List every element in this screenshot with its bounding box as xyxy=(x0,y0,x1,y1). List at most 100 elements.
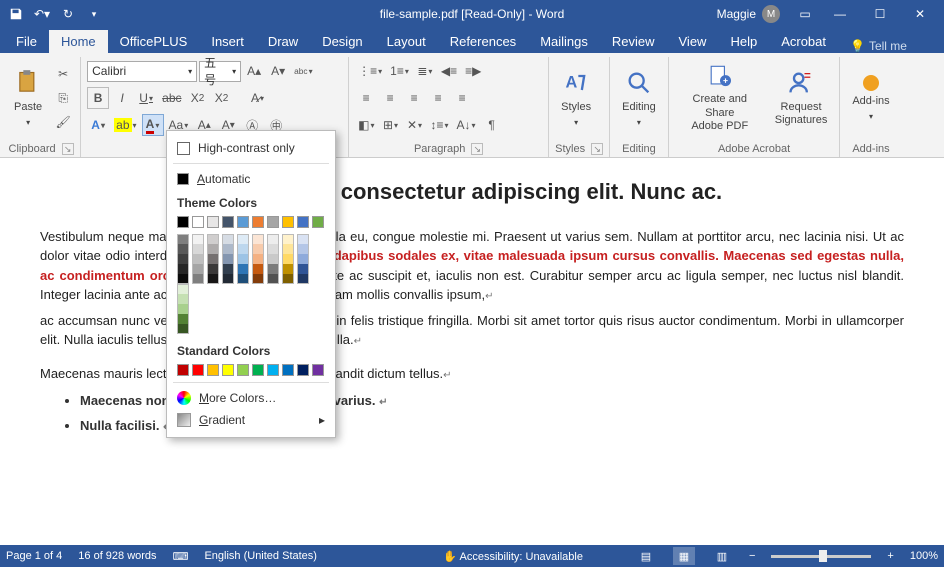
color-swatch[interactable] xyxy=(252,234,264,244)
tab-mailings[interactable]: Mailings xyxy=(528,30,600,53)
color-swatch[interactable] xyxy=(297,254,309,264)
print-layout-icon[interactable]: ▦ xyxy=(673,547,695,565)
qat-dropdown-icon[interactable]: ▾ xyxy=(82,2,106,26)
user-account[interactable]: Maggie M xyxy=(717,5,780,23)
create-share-pdf-button[interactable]: Create and Share Adobe PDF xyxy=(675,59,765,137)
color-swatch[interactable] xyxy=(222,254,234,264)
color-swatch[interactable] xyxy=(222,234,234,244)
color-swatch[interactable] xyxy=(177,244,189,254)
color-swatch[interactable] xyxy=(312,364,324,376)
clear-formatting-icon[interactable]: A̷ xyxy=(247,87,269,109)
format-painter-icon[interactable]: 🖌 xyxy=(52,111,74,133)
numbering-icon[interactable]: 1≡ xyxy=(387,60,412,82)
automatic-color-option[interactable]: AAutomaticutomatic xyxy=(167,168,335,190)
font-color-button[interactable]: A xyxy=(142,114,164,136)
color-swatch[interactable] xyxy=(177,364,189,376)
color-swatch[interactable] xyxy=(177,324,189,334)
color-swatch[interactable] xyxy=(177,254,189,264)
save-icon[interactable] xyxy=(4,2,28,26)
web-layout-icon[interactable]: ▥ xyxy=(711,547,733,565)
addins-button[interactable]: Add-ins▾ xyxy=(846,59,895,137)
undo-icon[interactable]: ↶▾ xyxy=(30,2,54,26)
font-size-combo[interactable]: 五号▾ xyxy=(199,61,241,82)
color-swatch[interactable] xyxy=(267,234,279,244)
color-swatch[interactable] xyxy=(267,244,279,254)
word-count[interactable]: 16 of 928 words xyxy=(78,550,156,562)
grow-font-icon[interactable]: A▴ xyxy=(243,60,265,82)
zoom-thumb[interactable] xyxy=(819,550,827,562)
bullets-icon[interactable]: ⋮≡ xyxy=(355,60,385,82)
color-swatch[interactable] xyxy=(192,364,204,376)
color-swatch[interactable] xyxy=(192,264,204,274)
font-name-combo[interactable]: Calibri▾ xyxy=(87,61,197,82)
color-swatch[interactable] xyxy=(207,244,219,254)
color-swatch[interactable] xyxy=(177,314,189,324)
color-swatch[interactable] xyxy=(177,284,189,294)
color-swatch[interactable] xyxy=(222,244,234,254)
color-swatch[interactable] xyxy=(252,264,264,274)
styles-button[interactable]: A Styles▾ xyxy=(555,59,597,137)
document-area[interactable]: Lorem ipsum dolor sit amet, consectetur … xyxy=(0,158,944,545)
color-swatch[interactable] xyxy=(177,234,189,244)
align-right-icon[interactable]: ≡ xyxy=(403,87,425,109)
color-swatch[interactable] xyxy=(237,364,249,376)
superscript-button[interactable]: X2 xyxy=(211,87,233,109)
shrink-font-icon[interactable]: A▾ xyxy=(267,60,289,82)
tab-home[interactable]: Home xyxy=(49,30,108,53)
tab-review[interactable]: Review xyxy=(600,30,667,53)
redo-icon[interactable]: ↻ xyxy=(56,2,80,26)
tab-view[interactable]: View xyxy=(667,30,719,53)
styles-launcher[interactable]: ↘ xyxy=(591,143,603,155)
tab-file[interactable]: File xyxy=(4,30,49,53)
clipboard-launcher[interactable]: ↘ xyxy=(62,143,74,155)
bold-button[interactable]: B xyxy=(87,87,109,109)
color-swatch[interactable] xyxy=(282,244,294,254)
color-swatch[interactable] xyxy=(207,234,219,244)
color-swatch[interactable] xyxy=(237,244,249,254)
color-swatch[interactable] xyxy=(282,364,294,376)
tab-draw[interactable]: Draw xyxy=(256,30,310,53)
color-swatch[interactable] xyxy=(237,264,249,274)
paste-button[interactable]: Paste ▾ xyxy=(8,59,48,137)
color-swatch[interactable] xyxy=(192,254,204,264)
sort-icon[interactable]: A↓ xyxy=(454,114,479,136)
color-swatch[interactable] xyxy=(207,216,219,228)
spellcheck-icon[interactable]: ⌨ xyxy=(173,550,189,563)
color-swatch[interactable] xyxy=(177,304,189,314)
color-swatch[interactable] xyxy=(192,216,204,228)
color-swatch[interactable] xyxy=(222,274,234,284)
close-button[interactable]: ✕ xyxy=(900,0,940,28)
tab-references[interactable]: References xyxy=(438,30,528,53)
color-swatch[interactable] xyxy=(222,364,234,376)
color-swatch[interactable] xyxy=(267,364,279,376)
color-swatch[interactable] xyxy=(297,274,309,284)
zoom-in-button[interactable]: + xyxy=(887,550,893,562)
color-swatch[interactable] xyxy=(267,274,279,284)
color-swatch[interactable] xyxy=(177,216,189,228)
editing-button[interactable]: Editing▾ xyxy=(616,59,662,137)
color-swatch[interactable] xyxy=(252,216,264,228)
language-status[interactable]: English (United States) xyxy=(204,550,317,562)
highlight-icon[interactable]: ab xyxy=(111,114,139,136)
color-swatch[interactable] xyxy=(207,254,219,264)
color-swatch[interactable] xyxy=(237,274,249,284)
color-swatch[interactable] xyxy=(207,364,219,376)
increase-indent-icon[interactable]: ≡▶ xyxy=(462,60,484,82)
page-count[interactable]: Page 1 of 4 xyxy=(6,550,62,562)
color-swatch[interactable] xyxy=(207,264,219,274)
strikethrough-button[interactable]: abc xyxy=(159,87,184,109)
asian-layout-icon[interactable]: ✕ xyxy=(404,114,426,136)
gradient-option[interactable]: Gradient ▸ xyxy=(167,409,335,431)
request-signatures-button[interactable]: Request Signatures xyxy=(769,59,834,137)
color-swatch[interactable] xyxy=(297,234,309,244)
color-swatch[interactable] xyxy=(297,216,309,228)
justify-icon[interactable]: ≡ xyxy=(427,87,449,109)
color-swatch[interactable] xyxy=(237,216,249,228)
cut-icon[interactable]: ✂ xyxy=(52,63,74,85)
color-swatch[interactable] xyxy=(177,294,189,304)
color-swatch[interactable] xyxy=(282,216,294,228)
text-effects-icon[interactable]: A xyxy=(87,114,109,136)
align-left-icon[interactable]: ≡ xyxy=(355,87,377,109)
tab-officeplus[interactable]: OfficePLUS xyxy=(108,30,200,53)
zoom-out-button[interactable]: − xyxy=(749,550,755,562)
